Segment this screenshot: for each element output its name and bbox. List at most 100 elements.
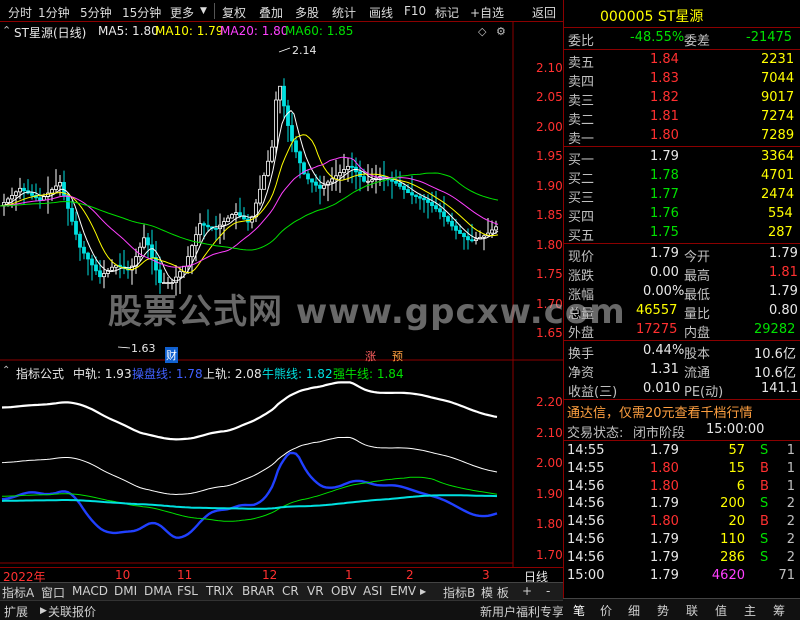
- tab-indicator-a[interactable]: 指标A: [2, 584, 34, 601]
- tick-time: 14:56: [567, 478, 605, 494]
- tab-trix[interactable]: TRIX: [206, 584, 233, 598]
- candle-body: [494, 226, 498, 231]
- tick-row: 15:00 1.79 4620 71: [564, 567, 800, 586]
- marker-leader: [117, 346, 131, 349]
- stat-label: 最高: [684, 269, 711, 284]
- ask-price: 1.83: [650, 71, 679, 86]
- ask-row[interactable]: 卖四 1.83 7044: [564, 70, 800, 90]
- tab-brar[interactable]: BRAR: [242, 584, 275, 598]
- forecast-marker[interactable]: 预: [392, 348, 403, 364]
- financial-report-marker[interactable]: 财: [165, 347, 178, 363]
- candlestick-series: [2, 78, 498, 296]
- candle-body: [454, 225, 458, 231]
- tab-value[interactable]: 值: [715, 602, 727, 619]
- tab-macd[interactable]: MACD: [72, 584, 108, 598]
- candle-body: [38, 197, 42, 201]
- tab-asi[interactable]: ASI: [363, 584, 382, 598]
- tick-count: 1: [786, 460, 795, 476]
- candle-body: [198, 223, 202, 236]
- tab-cr[interactable]: CR: [282, 584, 299, 598]
- ma20-label: MA20: 1.80: [220, 24, 289, 38]
- upper-band-label: 上轨: 2.08: [203, 367, 262, 381]
- bid-row[interactable]: 买五 1.75 287: [564, 224, 800, 244]
- promo-row[interactable]: 通达信，仅需20元查看千档行情: [564, 401, 800, 421]
- toolbar-item-biaoji[interactable]: 标记: [435, 4, 459, 21]
- tab-dma[interactable]: DMA: [144, 584, 172, 598]
- candle-body: [82, 246, 86, 254]
- tab-main[interactable]: 主: [744, 602, 756, 619]
- tab-fsl[interactable]: FSL: [177, 584, 198, 598]
- bid-row[interactable]: 买一 1.79 3364: [564, 148, 800, 168]
- toolbar-item-huaxian[interactable]: 画线: [369, 4, 393, 21]
- tab-vr[interactable]: VR: [307, 584, 324, 598]
- chevron-down-icon[interactable]: ▼: [200, 6, 207, 16]
- candle-body: [426, 199, 430, 203]
- chevron-up-icon[interactable]: ⌃: [2, 24, 11, 37]
- tab-detail[interactable]: 细: [628, 602, 640, 619]
- toolbar-item-add-watchlist[interactable]: +自选: [470, 4, 504, 21]
- candle-body: [402, 185, 406, 190]
- toolbar-item-duogu[interactable]: 多股: [295, 4, 319, 21]
- zoom-in-button[interactable]: +: [522, 584, 532, 598]
- toolbar-item-5min[interactable]: 5分钟: [80, 4, 112, 21]
- ask-row[interactable]: 卖二 1.81 7274: [564, 108, 800, 128]
- tab-price[interactable]: 价: [600, 602, 612, 619]
- bid-volume: 4701: [761, 168, 795, 183]
- tab-chips[interactable]: 筹: [773, 602, 785, 619]
- tab-trend[interactable]: 势: [657, 602, 669, 619]
- tab-linked[interactable]: 联: [686, 602, 698, 619]
- candle-body: [234, 212, 238, 215]
- marker-leader: [278, 47, 291, 53]
- tab-dmi[interactable]: DMI: [114, 584, 137, 598]
- toolbar-item-1min[interactable]: 1分钟: [38, 4, 70, 21]
- tab-indicator-b[interactable]: 指标B: [443, 584, 475, 601]
- tab-template[interactable]: 模 板: [481, 584, 509, 601]
- divider: [564, 399, 800, 400]
- bid-row[interactable]: 买二 1.78 4701: [564, 167, 800, 187]
- limit-up-marker[interactable]: 涨: [365, 348, 376, 364]
- chart-area[interactable]: ⌃ ST星源(日线) MA5: 1.80 MA10: 1.79 MA20: 1.…: [0, 22, 625, 567]
- toolbar-item-back[interactable]: 返回: [532, 4, 556, 21]
- level2-promo[interactable]: 通达信，仅需20元查看千档行情: [567, 402, 753, 421]
- candle-body: [314, 181, 318, 186]
- stat-value: 29282: [754, 322, 796, 337]
- tick-count: 2: [786, 532, 795, 547]
- candle-body: [282, 85, 286, 107]
- toolbar-item-diejia[interactable]: 叠加: [259, 4, 283, 21]
- tab-obv[interactable]: OBV: [331, 584, 357, 598]
- candle-body: [346, 165, 350, 170]
- chevron-right-icon[interactable]: ▶: [40, 606, 47, 616]
- zoom-out-button[interactable]: -: [546, 584, 550, 598]
- divider: [564, 49, 800, 50]
- indicator-name[interactable]: 指标公式: [16, 365, 64, 382]
- tab-emv[interactable]: EMV: [390, 584, 416, 598]
- toolbar-item-f10[interactable]: F10: [404, 4, 426, 18]
- ask-row[interactable]: 卖五 1.84 2231: [564, 51, 800, 71]
- settings-icon[interactable]: ⚙: [496, 25, 506, 38]
- ask-row[interactable]: 卖一 1.80 7289: [564, 127, 800, 147]
- related-quote-button[interactable]: 关联报价: [48, 603, 96, 620]
- bid-row[interactable]: 买三 1.77 2474: [564, 186, 800, 206]
- tick-time: 14:55: [567, 460, 605, 476]
- tick-price: 1.80: [650, 460, 679, 476]
- tab-window[interactable]: 窗口: [41, 584, 65, 601]
- promo-link[interactable]: 新用户福利专享: [480, 603, 564, 620]
- webi-value: -48.55%: [630, 30, 685, 45]
- expand-button[interactable]: 扩展: [4, 603, 28, 620]
- chevron-up-icon[interactable]: ⌃: [2, 365, 10, 376]
- ask-row[interactable]: 卖三 1.82 9017: [564, 89, 800, 109]
- chevron-right-icon[interactable]: ▶: [420, 587, 426, 596]
- diamond-icon[interactable]: ◇: [478, 25, 486, 38]
- candle-body: [462, 233, 466, 238]
- tick-row: 14:56 1.79 110 S 2: [564, 531, 800, 550]
- candle-body: [370, 179, 374, 182]
- toolbar-item-fuquan[interactable]: 复权: [222, 4, 246, 21]
- tick-count: 2: [786, 514, 795, 530]
- tab-trades[interactable]: 笔: [573, 602, 585, 619]
- toolbar-item-fenshi[interactable]: 分时: [8, 4, 32, 21]
- toolbar-item-tongji[interactable]: 统计: [332, 4, 356, 21]
- bid-row[interactable]: 买四 1.76 554: [564, 205, 800, 225]
- toolbar-item-15min[interactable]: 15分钟: [122, 4, 161, 21]
- candle-body: [214, 227, 218, 230]
- toolbar-item-more[interactable]: 更多: [170, 4, 194, 21]
